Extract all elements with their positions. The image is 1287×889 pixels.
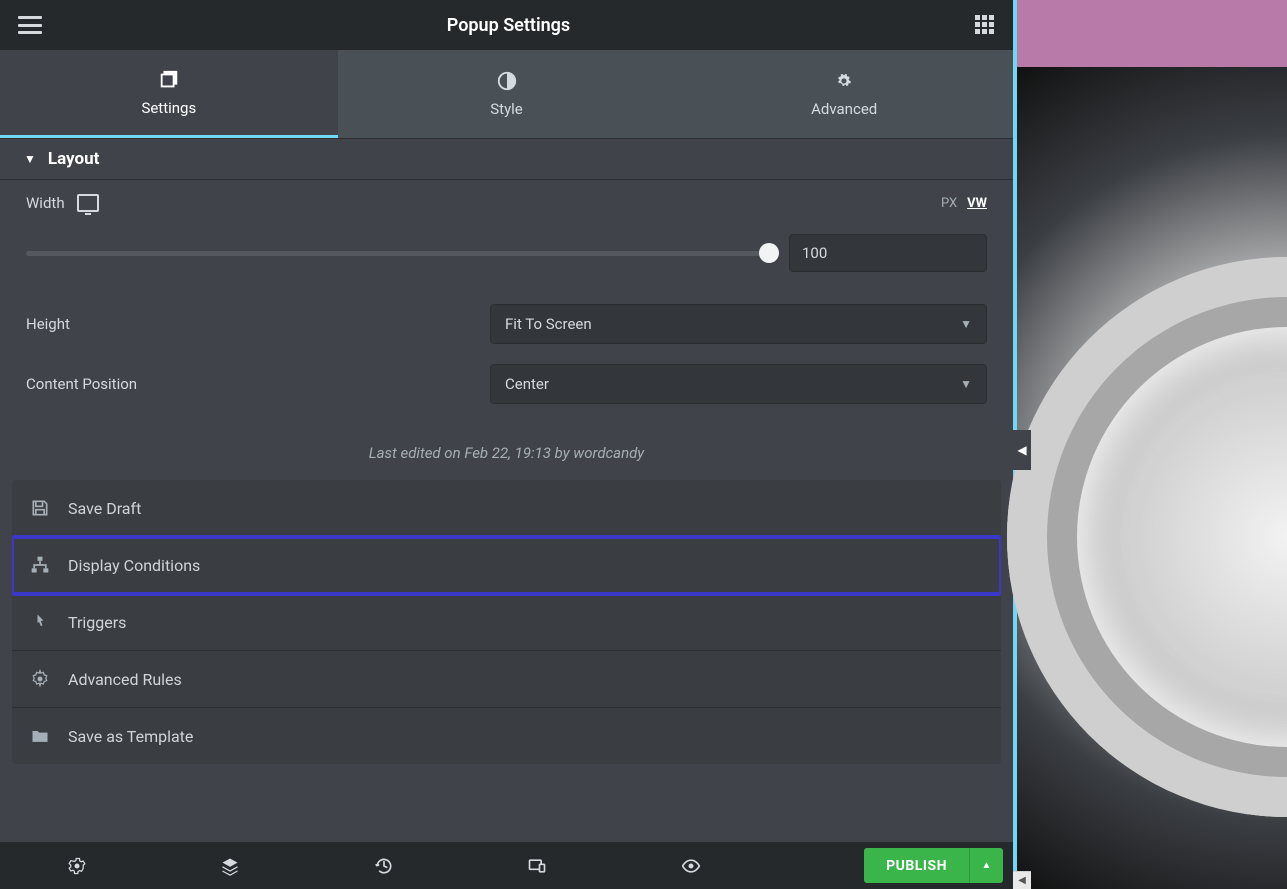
menu-display-conditions[interactable]: Display Conditions [12,537,1001,594]
menu-advanced-rules[interactable]: Advanced Rules [12,651,1001,708]
gear-icon [833,70,855,92]
tab-label: Advanced [811,100,877,118]
tab-style[interactable]: Style [338,50,676,138]
pointer-icon [30,612,50,632]
menu-item-label: Save as Template [68,727,193,746]
pages-icon [158,69,180,91]
preview-image [1017,67,1287,889]
content-position-select[interactable]: Center ▼ [490,364,987,404]
menu-item-label: Triggers [68,613,126,632]
width-input[interactable] [789,234,987,272]
section-title: Layout [48,149,99,169]
last-edited-text: Last edited on Feb 22, 19:13 by wordcand… [0,430,1013,480]
panel-collapse-handle[interactable]: ◀ [1013,430,1031,470]
unit-px[interactable]: PX [941,196,957,211]
menu-item-label: Save Draft [68,499,141,518]
eye-icon[interactable] [681,856,701,876]
chevron-down-icon: ▼ [960,377,972,391]
width-slider[interactable] [26,251,769,256]
width-label: Width [26,194,65,212]
responsive-icon[interactable] [527,856,547,876]
history-icon[interactable] [374,856,394,876]
apps-grid-icon[interactable] [975,15,995,35]
menu-save-template[interactable]: Save as Template [12,708,1001,764]
content-position-label: Content Position [26,375,137,393]
menu-item-label: Display Conditions [68,556,200,575]
publish-dropdown-button[interactable]: ▲ [969,848,1003,883]
contrast-icon [496,70,518,92]
desktop-icon[interactable] [77,194,99,212]
chevron-down-icon: ▼ [24,152,36,166]
section-layout-header[interactable]: ▼ Layout [0,138,1013,180]
chevron-down-icon: ▼ [960,317,972,331]
content-position-value: Center [505,375,549,393]
chevron-up-icon: ▲ [982,860,992,871]
folder-icon [30,726,50,746]
menu-triggers[interactable]: Triggers [12,594,1001,651]
tab-settings[interactable]: Settings [0,50,338,138]
menu-save-draft[interactable]: Save Draft [12,480,1001,537]
slider-thumb[interactable] [759,243,779,263]
tab-label: Style [490,100,523,118]
menu-item-label: Advanced Rules [68,670,182,689]
settings-gear-icon[interactable] [67,856,87,876]
preview-header-band [1017,0,1287,67]
publish-button[interactable]: PUBLISH [864,848,969,883]
height-value: Fit To Screen [505,315,592,333]
save-icon [30,498,50,518]
chevron-left-icon: ◀ [1017,443,1026,457]
sitemap-icon [30,555,50,575]
page-title: Popup Settings [447,15,570,36]
layers-icon[interactable] [220,856,240,876]
unit-vw[interactable]: VW [967,196,987,211]
height-select[interactable]: Fit To Screen ▼ [490,304,987,344]
tab-advanced[interactable]: Advanced [675,50,1013,138]
canvas-preview[interactable] [1013,0,1287,889]
tab-label: Settings [141,99,196,117]
gear-icon [30,669,50,689]
height-label: Height [26,315,70,333]
horizontal-scroll-left-icon[interactable]: ◀ [1013,871,1031,889]
menu-icon[interactable] [18,16,42,34]
